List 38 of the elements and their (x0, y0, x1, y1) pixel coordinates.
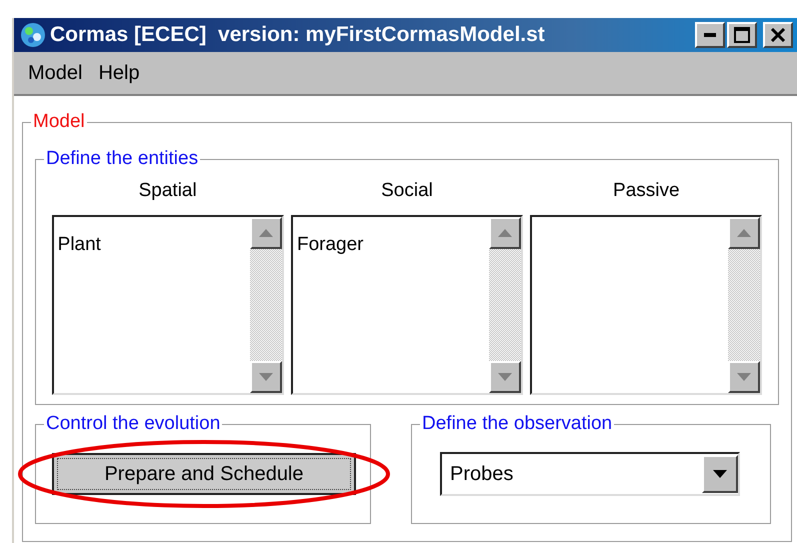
maximize-icon (734, 27, 750, 43)
list-item[interactable]: Forager (296, 233, 364, 257)
down-arrow-icon (737, 373, 752, 381)
list-box[interactable]: Plant (52, 215, 284, 395)
up-arrow-icon (498, 229, 512, 237)
scroll-up-button[interactable] (488, 217, 521, 249)
close-button[interactable] (763, 22, 793, 48)
column-heading: Passive (613, 179, 680, 203)
dropdown-value: Probes (449, 462, 514, 487)
maximize-button[interactable] (727, 22, 757, 48)
down-arrow-icon (498, 373, 512, 381)
column-heading: Social (381, 179, 433, 203)
minimize-button[interactable] (695, 22, 725, 48)
up-arrow-icon (258, 229, 273, 237)
column-heading: Spatial (138, 179, 197, 203)
scroll-down-button[interactable] (728, 361, 760, 393)
down-arrow-icon (258, 373, 273, 381)
close-icon (770, 28, 786, 42)
scroll-up-button[interactable] (728, 217, 760, 249)
observation-dropdown[interactable]: Probes (440, 452, 740, 496)
minimize-icon (704, 33, 716, 37)
list-box[interactable]: Forager (290, 215, 523, 395)
list-item[interactable]: Plant (58, 233, 101, 257)
scrollbar[interactable] (488, 217, 521, 393)
prepare-schedule-button[interactable]: Prepare and Schedule (52, 453, 356, 495)
up-arrow-icon (737, 229, 752, 237)
caret-icon (713, 470, 727, 478)
scrollbar[interactable] (250, 217, 282, 393)
dropdown-button[interactable] (702, 455, 738, 493)
menu-item[interactable]: Help (92, 58, 146, 88)
menu-item[interactable]: Model (22, 58, 88, 88)
window-title: Cormas [ECEC] version: myFirstCormasModel.st (50, 22, 545, 48)
globe-icon (20, 22, 46, 48)
scroll-down-button[interactable] (488, 361, 521, 393)
scroll-down-button[interactable] (250, 361, 282, 393)
scrollbar[interactable] (728, 217, 760, 393)
list-box[interactable] (530, 215, 762, 395)
scroll-up-button[interactable] (250, 217, 282, 249)
